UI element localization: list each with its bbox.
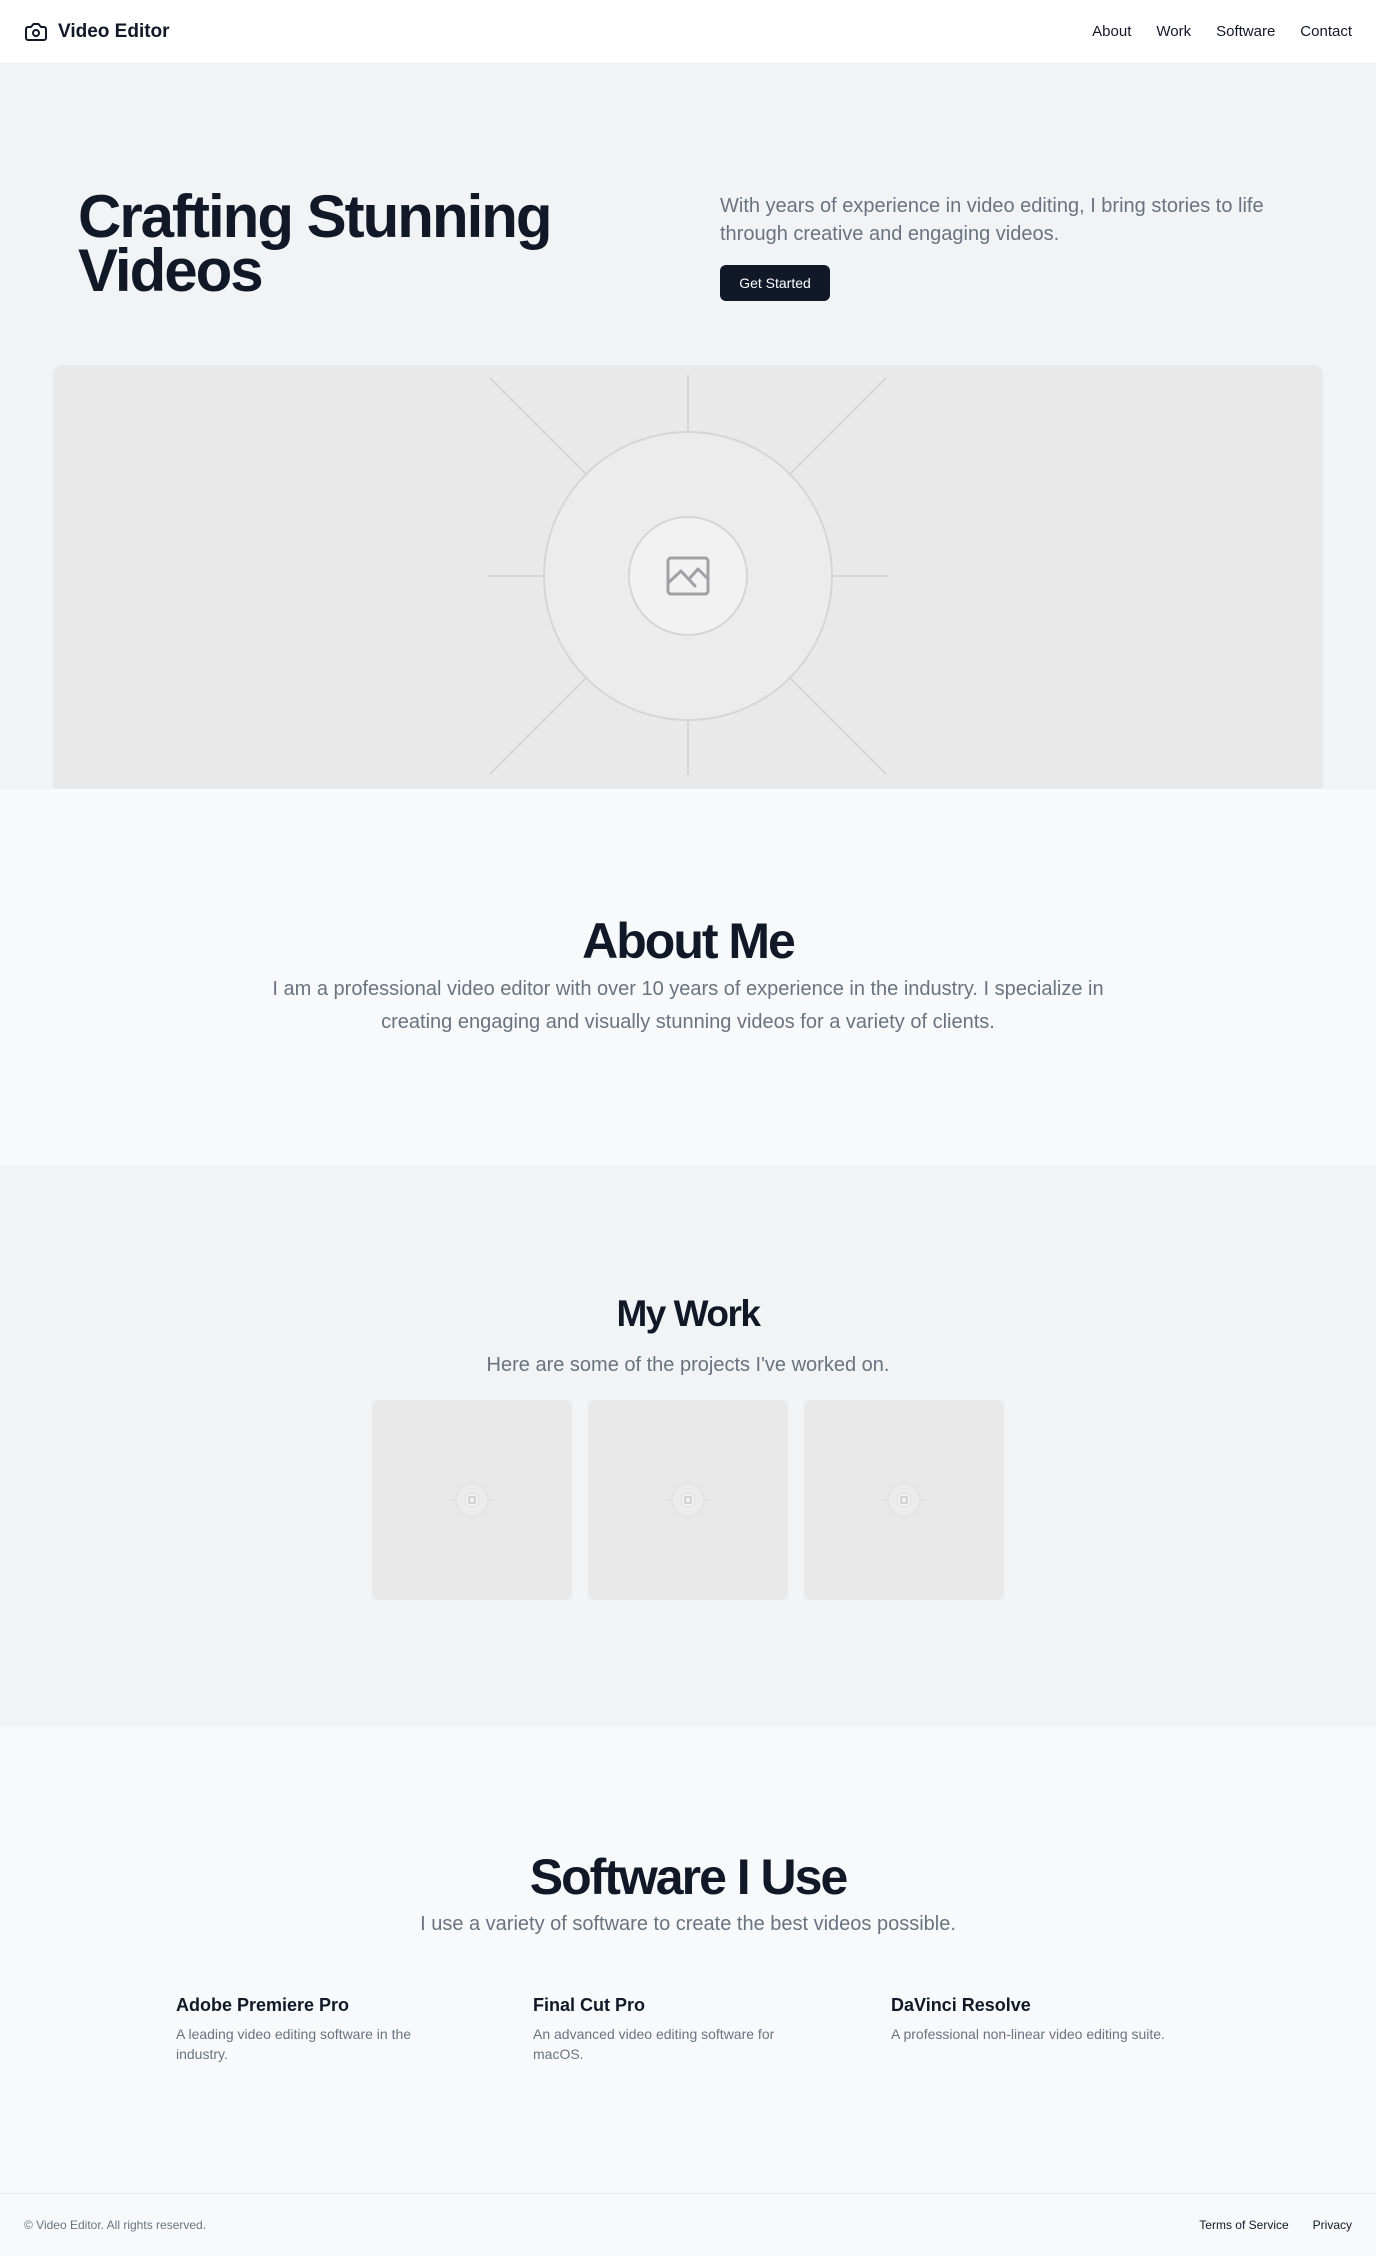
brand-link[interactable]: Video Editor	[24, 20, 170, 44]
image-placeholder-icon	[488, 375, 888, 775]
software-item-final-cut: Final Cut Pro An advanced video editing …	[533, 1995, 803, 2064]
work-section: My Work Here are some of the projects I'…	[0, 1166, 1376, 1727]
software-item-premiere: Adobe Premiere Pro A leading video editi…	[176, 1995, 446, 2064]
software-subtitle: I use a variety of software to create th…	[420, 1913, 956, 1935]
brand-name: Video Editor	[58, 20, 170, 42]
software-section: Software I Use I use a variety of softwa…	[0, 1727, 1376, 2193]
hero-section: Crafting Stunning Videos With years of e…	[0, 64, 1376, 789]
nav-about[interactable]: About	[1092, 23, 1131, 40]
software-item-davinci: DaVinci Resolve A professional non-linea…	[891, 1995, 1211, 2044]
main-nav: About Work Software Contact	[1092, 23, 1352, 40]
terms-link[interactable]: Terms of Service	[1199, 2218, 1288, 2232]
about-text: I am a professional video editor with ov…	[272, 978, 1104, 1033]
software-name: Adobe Premiere Pro	[176, 1995, 350, 2015]
nav-work[interactable]: Work	[1156, 23, 1191, 40]
hero-text: With years of experience in video editin…	[720, 195, 1264, 245]
copyright-text: © Video Editor. All rights reserved.	[24, 2218, 207, 2232]
hero-title: Crafting Stunning Videos	[78, 183, 553, 304]
software-name: Final Cut Pro	[533, 1995, 645, 2015]
nav-contact[interactable]: Contact	[1300, 23, 1352, 40]
image-placeholder-icon	[882, 1478, 926, 1522]
work-title: My Work	[616, 1293, 761, 1334]
footer-nav: Terms of Service Privacy	[1199, 2218, 1352, 2232]
software-title: Software I Use	[529, 1849, 849, 1905]
camera-icon	[25, 22, 47, 41]
project-card[interactable]	[804, 1400, 1004, 1600]
software-name: DaVinci Resolve	[891, 1995, 1031, 2015]
software-description: A leading video editing software in the …	[176, 2026, 412, 2062]
image-placeholder-icon	[666, 1478, 710, 1522]
site-footer: © Video Editor. All rights reserved. Ter…	[0, 2193, 1376, 2256]
get-started-button[interactable]: Get Started	[720, 265, 830, 301]
nav-software[interactable]: Software	[1216, 23, 1275, 40]
project-card[interactable]	[588, 1400, 788, 1600]
work-subtitle: Here are some of the projects I've worke…	[486, 1354, 890, 1376]
image-placeholder-icon	[450, 1478, 494, 1522]
project-card[interactable]	[372, 1400, 572, 1600]
site-header: Video Editor About Work Software Contact	[0, 0, 1376, 64]
software-description: A professional non-linear video editing …	[891, 2026, 1165, 2042]
about-section: About Me I am a professional video edito…	[0, 789, 1376, 1166]
about-title: About Me	[582, 913, 796, 969]
privacy-link[interactable]: Privacy	[1313, 2218, 1352, 2232]
software-description: An advanced video editing software for m…	[533, 2026, 775, 2062]
hero-image-placeholder	[53, 365, 1323, 789]
